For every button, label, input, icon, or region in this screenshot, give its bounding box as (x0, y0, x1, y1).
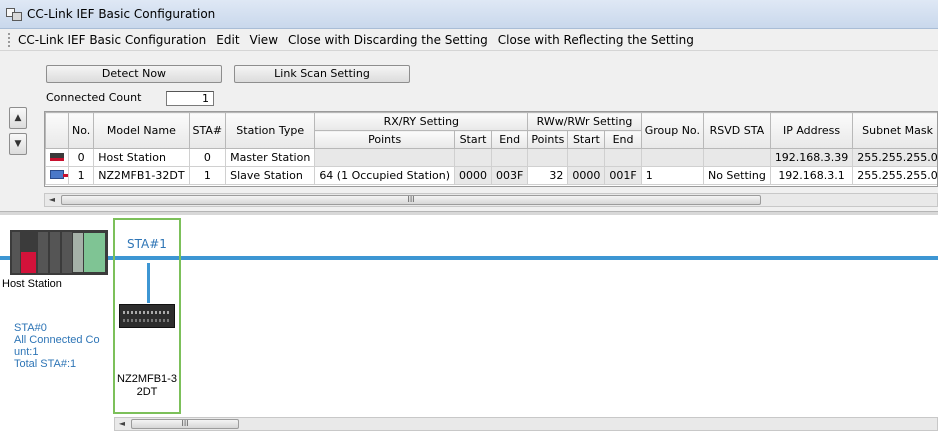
host-station-info: STA#0 All Connected Co unt:1 Total STA#:… (14, 322, 109, 370)
col-header-model-name[interactable]: Model Name (93, 112, 190, 149)
cell-rw-points (527, 148, 569, 167)
col-header-rw-start[interactable]: Start (567, 130, 606, 149)
scroll-thumb[interactable]: III (61, 195, 761, 205)
cell-subnet[interactable]: 255.255.255.0 (852, 148, 937, 167)
table-horizontal-scrollbar[interactable]: ◄ III (44, 193, 938, 207)
col-header-rwwrwr: RWw/RWr Setting (527, 112, 642, 131)
model-line: 2DT (136, 386, 158, 398)
table-row[interactable]: 1 NZ2MFB1-32DT 1 Slave Station 64 (1 Occ… (45, 166, 937, 185)
cell-rsvd[interactable]: No Setting (702, 166, 771, 185)
col-header-station-type[interactable]: Station Type (225, 112, 316, 149)
col-header-sta[interactable]: STA# (188, 112, 227, 149)
cell-sta[interactable]: 0 (188, 148, 227, 167)
cell-ip[interactable]: 192.168.3.1 (769, 166, 854, 185)
triangle-up-icon: ▲ (14, 113, 22, 123)
col-header-rx-end[interactable]: End (491, 130, 529, 149)
scroll-left-icon[interactable]: ◄ (115, 418, 129, 430)
station-table: No. Model Name STA# Station Type RX/RY S… (44, 111, 938, 187)
info-line: Total STA#:1 (14, 358, 77, 370)
cell-rw-end: 001F (604, 166, 642, 185)
cell-sta[interactable]: 1 (188, 166, 227, 185)
cell-rx-points[interactable]: 64 (1 Occupied Station) (314, 166, 456, 185)
cell-rsvd (702, 148, 771, 167)
col-header-rxry: RX/RY Setting (314, 112, 529, 131)
app-icon (6, 6, 22, 22)
cell-rw-end (604, 148, 642, 167)
menu-item-view[interactable]: View (250, 33, 278, 47)
scroll-thumb[interactable]: III (131, 419, 239, 429)
cell-rx-points (314, 148, 456, 167)
connected-count-value: 1 (166, 91, 214, 106)
cell-no: 1 (67, 166, 95, 185)
triangle-down-icon: ▼ (14, 139, 22, 149)
model-line: NZ2MFB1-3 (117, 373, 177, 385)
col-header-rw-points[interactable]: Points (527, 130, 569, 149)
cell-type[interactable]: Slave Station (225, 166, 316, 185)
station-model-label: NZ2MFB1-3 2DT (115, 373, 179, 399)
cell-rx-end (491, 148, 529, 167)
host-station-label: Host Station (2, 278, 62, 290)
table-row[interactable]: 0 Host Station 0 Master Station 192.168.… (45, 148, 937, 167)
map-horizontal-scrollbar[interactable]: ◄ III (114, 417, 938, 431)
host-station-plc-image[interactable] (10, 230, 108, 275)
scroll-left-icon[interactable]: ◄ (45, 194, 59, 206)
info-line: STA#0 (14, 322, 47, 334)
cell-group (640, 148, 704, 167)
menu-grip-icon (8, 32, 12, 47)
move-down-button[interactable]: ▼ (9, 133, 27, 155)
detect-now-button[interactable]: Detect Now (46, 65, 222, 83)
station-1-card[interactable]: STA#1 NZ2MFB1-3 2DT (113, 218, 181, 414)
station-drop-line (147, 263, 150, 303)
col-header-subnet-mask[interactable]: Subnet Mask (852, 112, 937, 149)
cell-rx-start: 0000 (454, 166, 493, 185)
window-title: CC-Link IEF Basic Configuration (27, 7, 216, 21)
cell-subnet[interactable]: 255.255.255.0 (852, 166, 937, 185)
cell-model[interactable]: NZ2MFB1-32DT (93, 166, 190, 185)
col-header-rx-points[interactable]: Points (314, 130, 456, 149)
cell-type[interactable]: Master Station (225, 148, 316, 167)
col-header-no[interactable]: No. (67, 112, 95, 149)
network-map: Host Station STA#0 All Connected Co unt:… (0, 215, 938, 432)
menu-bar: CC-Link IEF Basic Configuration Edit Vie… (0, 29, 938, 51)
connected-count-label: Connected Count (46, 91, 142, 104)
col-header-group-no[interactable]: Group No. (640, 112, 704, 149)
io-module-icon (119, 304, 175, 328)
menu-item-close-discard[interactable]: Close with Discarding the Setting (288, 33, 488, 47)
menu-item-cc-link-ief[interactable]: CC-Link IEF Basic Configuration (18, 33, 206, 47)
title-bar: CC-Link IEF Basic Configuration (0, 0, 938, 29)
host-station-icon (45, 148, 69, 167)
cell-no: 0 (67, 148, 95, 167)
cell-rw-start: 0000 (567, 166, 606, 185)
link-scan-setting-button[interactable]: Link Scan Setting (234, 65, 410, 83)
cell-rx-end: 003F (491, 166, 529, 185)
col-header-rw-end[interactable]: End (604, 130, 642, 149)
move-up-button[interactable]: ▲ (9, 107, 27, 129)
slave-station-icon (45, 166, 69, 185)
configuration-panel: Detect Now Link Scan Setting Connected C… (0, 51, 938, 211)
icon-column-header (45, 112, 69, 149)
col-header-rx-start[interactable]: Start (454, 130, 493, 149)
cell-model[interactable]: Host Station (93, 148, 190, 167)
cell-rw-points[interactable]: 32 (527, 166, 569, 185)
cell-ip[interactable]: 192.168.3.39 (769, 148, 854, 167)
info-line: All Connected Co (14, 334, 100, 346)
station-title: STA#1 (127, 237, 167, 251)
col-header-rsvd-sta[interactable]: RSVD STA (702, 112, 771, 149)
menu-item-close-reflect[interactable]: Close with Reflecting the Setting (498, 33, 694, 47)
cell-rx-start (454, 148, 493, 167)
cell-rw-start (567, 148, 606, 167)
col-header-ip-address[interactable]: IP Address (769, 112, 854, 149)
menu-item-edit[interactable]: Edit (216, 33, 239, 47)
cell-group[interactable]: 1 (640, 166, 704, 185)
info-line: unt:1 (14, 346, 39, 358)
